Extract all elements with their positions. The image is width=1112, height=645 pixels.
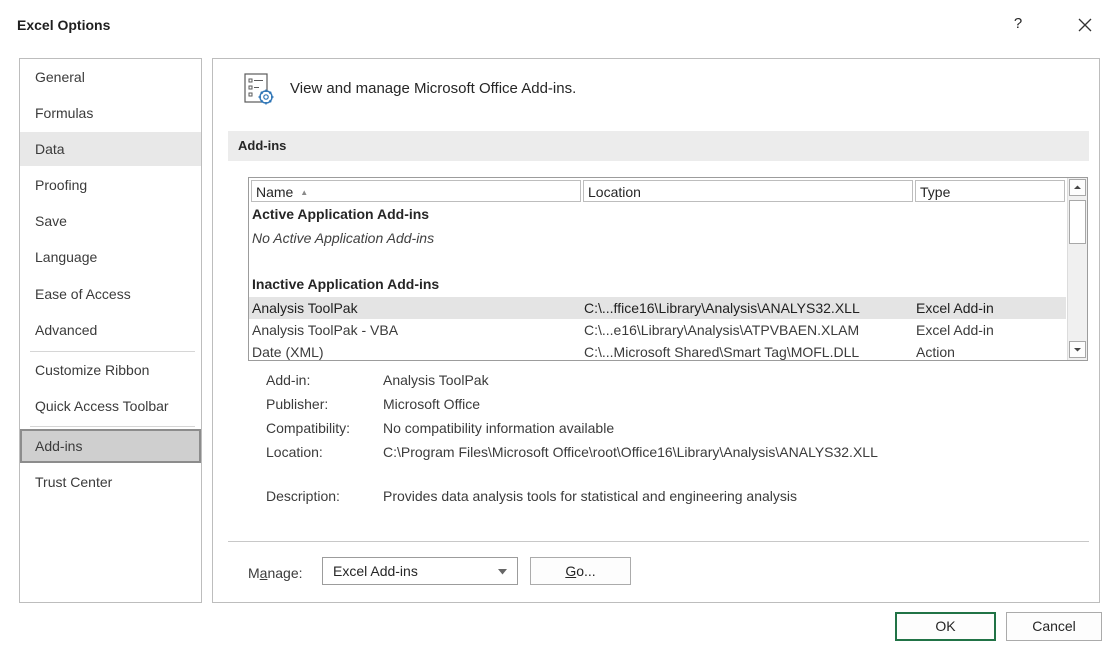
column-header-type[interactable]: Type — [915, 180, 1065, 202]
row-type: Action — [916, 344, 955, 360]
manage-dropdown-value: Excel Add-ins — [333, 563, 418, 579]
scroll-down-button[interactable] — [1069, 341, 1086, 358]
window-title: Excel Options — [17, 17, 111, 33]
cancel-button[interactable]: Cancel — [1006, 612, 1102, 641]
sidebar-item-language[interactable]: Language — [20, 240, 201, 274]
detail-description-label: Description: — [266, 488, 340, 504]
sidebar-item-ease-of-access[interactable]: Ease of Access — [20, 277, 201, 311]
sidebar-item-customize-ribbon[interactable]: Customize Ribbon — [20, 353, 201, 387]
manage-label-suffix: nage: — [267, 565, 303, 581]
sidebar-item-add-ins[interactable]: Add-ins — [20, 429, 201, 463]
row-location: C:\...Microsoft Shared\Smart Tag\MOFL.DL… — [584, 344, 860, 360]
detail-compat-value: No compatibility information available — [383, 420, 615, 436]
manage-label: Manage: — [248, 565, 303, 581]
sidebar-item-quick-access-toolbar[interactable]: Quick Access Toolbar — [20, 389, 201, 423]
detail-location-label: Location: — [266, 444, 323, 460]
column-header-name[interactable]: Name ▲ — [251, 180, 581, 202]
manage-dropdown[interactable]: Excel Add-ins — [322, 557, 518, 585]
row-location: C:\...e16\Library\Analysis\ATPVBAEN.XLAM — [584, 322, 860, 338]
help-button[interactable]: ? — [1008, 14, 1028, 34]
sidebar-item-data[interactable]: Data — [20, 132, 201, 166]
detail-publisher-value: Microsoft Office — [383, 396, 480, 412]
scroll-thumb[interactable] — [1069, 200, 1086, 244]
detail-description-value: Provides data analysis tools for statist… — [383, 488, 798, 504]
group-header-active: Active Application Add-ins — [252, 206, 430, 222]
sidebar-item-trust-center[interactable]: Trust Center — [20, 465, 201, 499]
section-header-bar — [228, 131, 1089, 161]
addins-gear-icon — [243, 72, 285, 108]
go-button-accel: G — [565, 563, 577, 579]
sidebar-item-proofing[interactable]: Proofing — [20, 168, 201, 202]
row-name: Analysis ToolPak - VBA — [252, 322, 399, 338]
list-scrollbar[interactable] — [1067, 178, 1087, 360]
detail-addin-label: Add-in: — [266, 372, 311, 388]
addins-list[interactable]: Name ▲ Location Type Active Application … — [248, 177, 1088, 361]
detail-compat-label: Compatibility: — [266, 420, 351, 436]
detail-location-value: C:\Program Files\Microsoft Office\root\O… — [383, 444, 878, 460]
sidebar-item-advanced[interactable]: Advanced — [20, 313, 201, 347]
table-row[interactable]: Date (XML) C:\...Microsoft Shared\Smart … — [249, 341, 1066, 360]
sidebar-separator — [30, 351, 195, 352]
section-title: Add-ins — [238, 138, 287, 153]
group-empty-text: No Active Application Add-ins — [252, 230, 435, 246]
scroll-down-icon — [1074, 348, 1081, 352]
divider — [228, 541, 1089, 542]
sidebar-separator — [30, 426, 195, 427]
manage-label-prefix: M — [248, 565, 260, 581]
group-header-inactive: Inactive Application Add-ins — [252, 276, 440, 292]
row-location: C:\...ffice16\Library\Analysis\ANALYS32.… — [584, 300, 860, 316]
row-name: Analysis ToolPak — [252, 300, 358, 316]
scroll-up-button[interactable] — [1069, 179, 1086, 196]
sort-ascending-icon: ▲ — [300, 188, 309, 197]
column-header-location[interactable]: Location — [583, 180, 913, 202]
column-header-name-label: Name — [256, 184, 294, 200]
scroll-up-icon — [1074, 185, 1081, 189]
close-icon — [1078, 18, 1092, 32]
page-heading: View and manage Microsoft Office Add-ins… — [290, 80, 577, 97]
detail-addin-value: Analysis ToolPak — [383, 372, 489, 388]
row-name: Date (XML) — [252, 344, 324, 360]
sidebar-item-general[interactable]: General — [20, 60, 201, 94]
close-button[interactable] — [1074, 14, 1096, 36]
row-type: Excel Add-in — [916, 300, 994, 316]
table-row[interactable]: Analysis ToolPak C:\...ffice16\Library\A… — [249, 297, 1066, 319]
table-row[interactable]: Analysis ToolPak - VBA C:\...e16\Library… — [249, 319, 1066, 341]
row-type: Excel Add-in — [916, 322, 994, 338]
detail-publisher-label: Publisher: — [266, 396, 329, 412]
sidebar-item-formulas[interactable]: Formulas — [20, 96, 201, 130]
go-button-label: o... — [576, 563, 596, 579]
chevron-down-icon — [498, 569, 507, 575]
options-sidebar: General Formulas Data Proofing Save Lang… — [19, 58, 202, 603]
go-button[interactable]: Go... — [530, 557, 631, 585]
sidebar-item-save[interactable]: Save — [20, 204, 201, 238]
ok-button[interactable]: OK — [895, 612, 996, 641]
